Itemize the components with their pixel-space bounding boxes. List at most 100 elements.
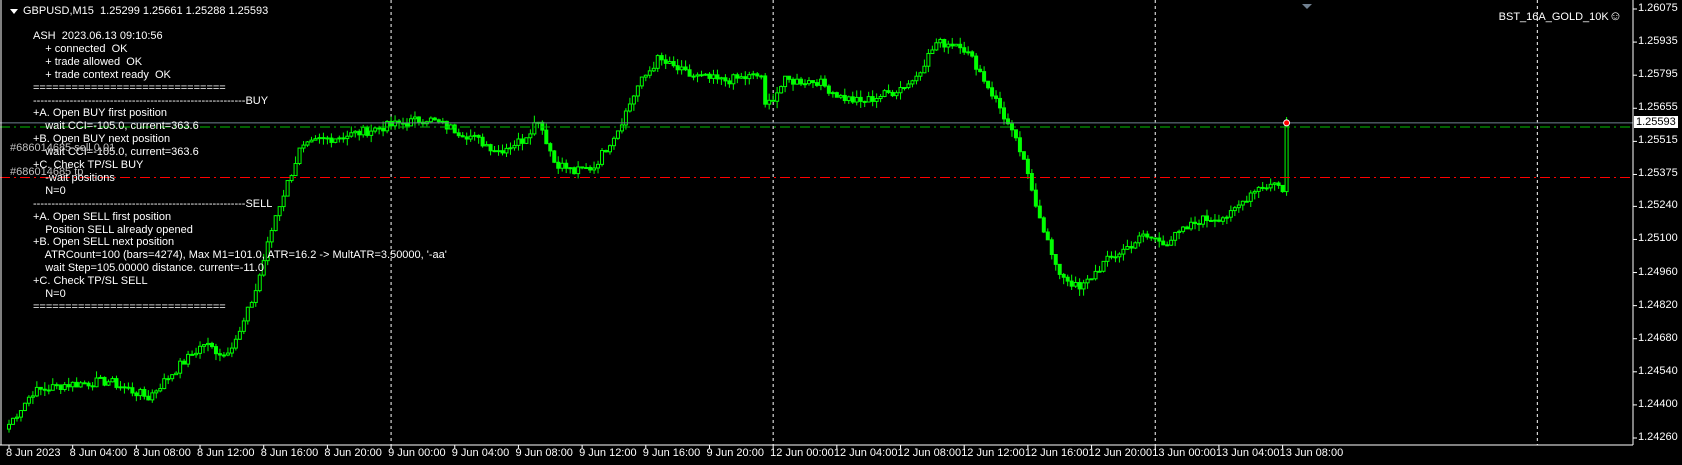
- candle: [118, 381, 123, 391]
- price-chart[interactable]: [0, 0, 1682, 465]
- candle: [1049, 237, 1054, 260]
- candle-body: [468, 135, 473, 140]
- candle: [146, 390, 151, 401]
- candle-body: [34, 386, 39, 397]
- candle: [890, 89, 895, 98]
- candle: [138, 387, 143, 401]
- candle: [22, 402, 27, 412]
- candle-body: [325, 137, 330, 140]
- candle: [333, 138, 338, 144]
- candle-body: [727, 80, 732, 85]
- candle: [82, 380, 87, 385]
- candle: [834, 91, 839, 98]
- candle-body: [213, 346, 218, 355]
- info-line: + connected OK: [33, 42, 128, 55]
- candle-body: [500, 150, 505, 154]
- dropdown-triangle-icon[interactable]: [10, 8, 18, 14]
- candle-body: [1189, 221, 1194, 230]
- candle: [325, 135, 330, 145]
- candle-body: [1201, 215, 1205, 225]
- candle: [472, 131, 477, 141]
- candle: [1232, 205, 1237, 217]
- candle: [496, 145, 501, 156]
- candle-body: [982, 71, 987, 82]
- candle: [1061, 272, 1066, 285]
- candle-body: [1037, 205, 1042, 219]
- candle: [619, 118, 624, 134]
- candle: [464, 132, 469, 145]
- candle-body: [301, 144, 306, 149]
- candle-body: [787, 75, 792, 80]
- candle: [166, 375, 171, 385]
- candle-body: [615, 130, 620, 139]
- candle: [516, 132, 521, 151]
- candle: [990, 81, 995, 100]
- candle-body: [118, 386, 123, 389]
- candle-body: [1228, 210, 1233, 218]
- candle: [142, 386, 147, 400]
- candle-body: [516, 138, 521, 146]
- expert-advisor-label[interactable]: BST_16A_GOLD_10K☺: [1499, 8, 1622, 23]
- candle: [357, 129, 362, 141]
- candle-body: [1260, 186, 1265, 189]
- candle-body: [317, 137, 322, 140]
- candle-body: [1101, 260, 1106, 272]
- candle: [253, 283, 258, 307]
- candle-body: [1013, 129, 1018, 139]
- candle: [202, 344, 207, 354]
- price-tick-label: 1.25100: [1638, 232, 1678, 245]
- candle: [826, 84, 831, 96]
- candle-body: [1109, 255, 1114, 258]
- candle-body: [910, 80, 915, 85]
- candle: [584, 163, 589, 170]
- chart-shift-marker[interactable]: [1302, 4, 1312, 9]
- candle-body: [1153, 237, 1158, 240]
- candle-body: [647, 70, 652, 76]
- candle: [94, 371, 99, 388]
- candle: [942, 38, 947, 53]
- candle: [401, 117, 406, 130]
- candle: [217, 348, 222, 362]
- candle: [488, 143, 493, 156]
- candle: [647, 66, 652, 79]
- candle-body: [130, 387, 135, 394]
- candle-body: [898, 87, 903, 94]
- current-price-label: 1.25593: [1634, 115, 1678, 128]
- candle-body: [1125, 246, 1130, 250]
- candle-body: [838, 94, 843, 98]
- candle: [46, 384, 51, 395]
- candle-body: [293, 163, 298, 177]
- candle: [237, 326, 242, 340]
- candle: [14, 413, 19, 422]
- symbol-label: GBPUSD,M15: [23, 5, 94, 17]
- candle: [560, 157, 565, 172]
- candle-body: [221, 354, 226, 357]
- time-tick-label: 8 Jun 04:00: [69, 447, 128, 459]
- candle: [814, 79, 819, 88]
- candle: [468, 129, 473, 142]
- candle-body: [528, 133, 533, 139]
- candle-body: [719, 77, 724, 80]
- candle: [1240, 200, 1245, 211]
- candle-body: [273, 215, 278, 232]
- candle-body: [604, 150, 608, 153]
- candle-body: [428, 117, 433, 123]
- price-tick-label: 1.25655: [1638, 101, 1678, 114]
- candle-body: [771, 99, 776, 102]
- candle-body: [405, 122, 409, 127]
- time-tick-label: 12 Jun 08:00: [897, 447, 962, 459]
- candle: [186, 350, 191, 368]
- candle: [874, 93, 879, 108]
- candle-body: [532, 122, 537, 135]
- candle: [1125, 239, 1130, 250]
- candle: [134, 391, 139, 402]
- order-lines: [0, 119, 1633, 179]
- candle: [1248, 190, 1253, 208]
- candle-body: [456, 132, 461, 137]
- candle-body: [353, 130, 358, 134]
- candle: [639, 76, 644, 89]
- candle-body: [158, 388, 163, 392]
- period-separators: [390, 0, 1538, 445]
- candle-body: [345, 135, 350, 140]
- candle: [1161, 235, 1166, 246]
